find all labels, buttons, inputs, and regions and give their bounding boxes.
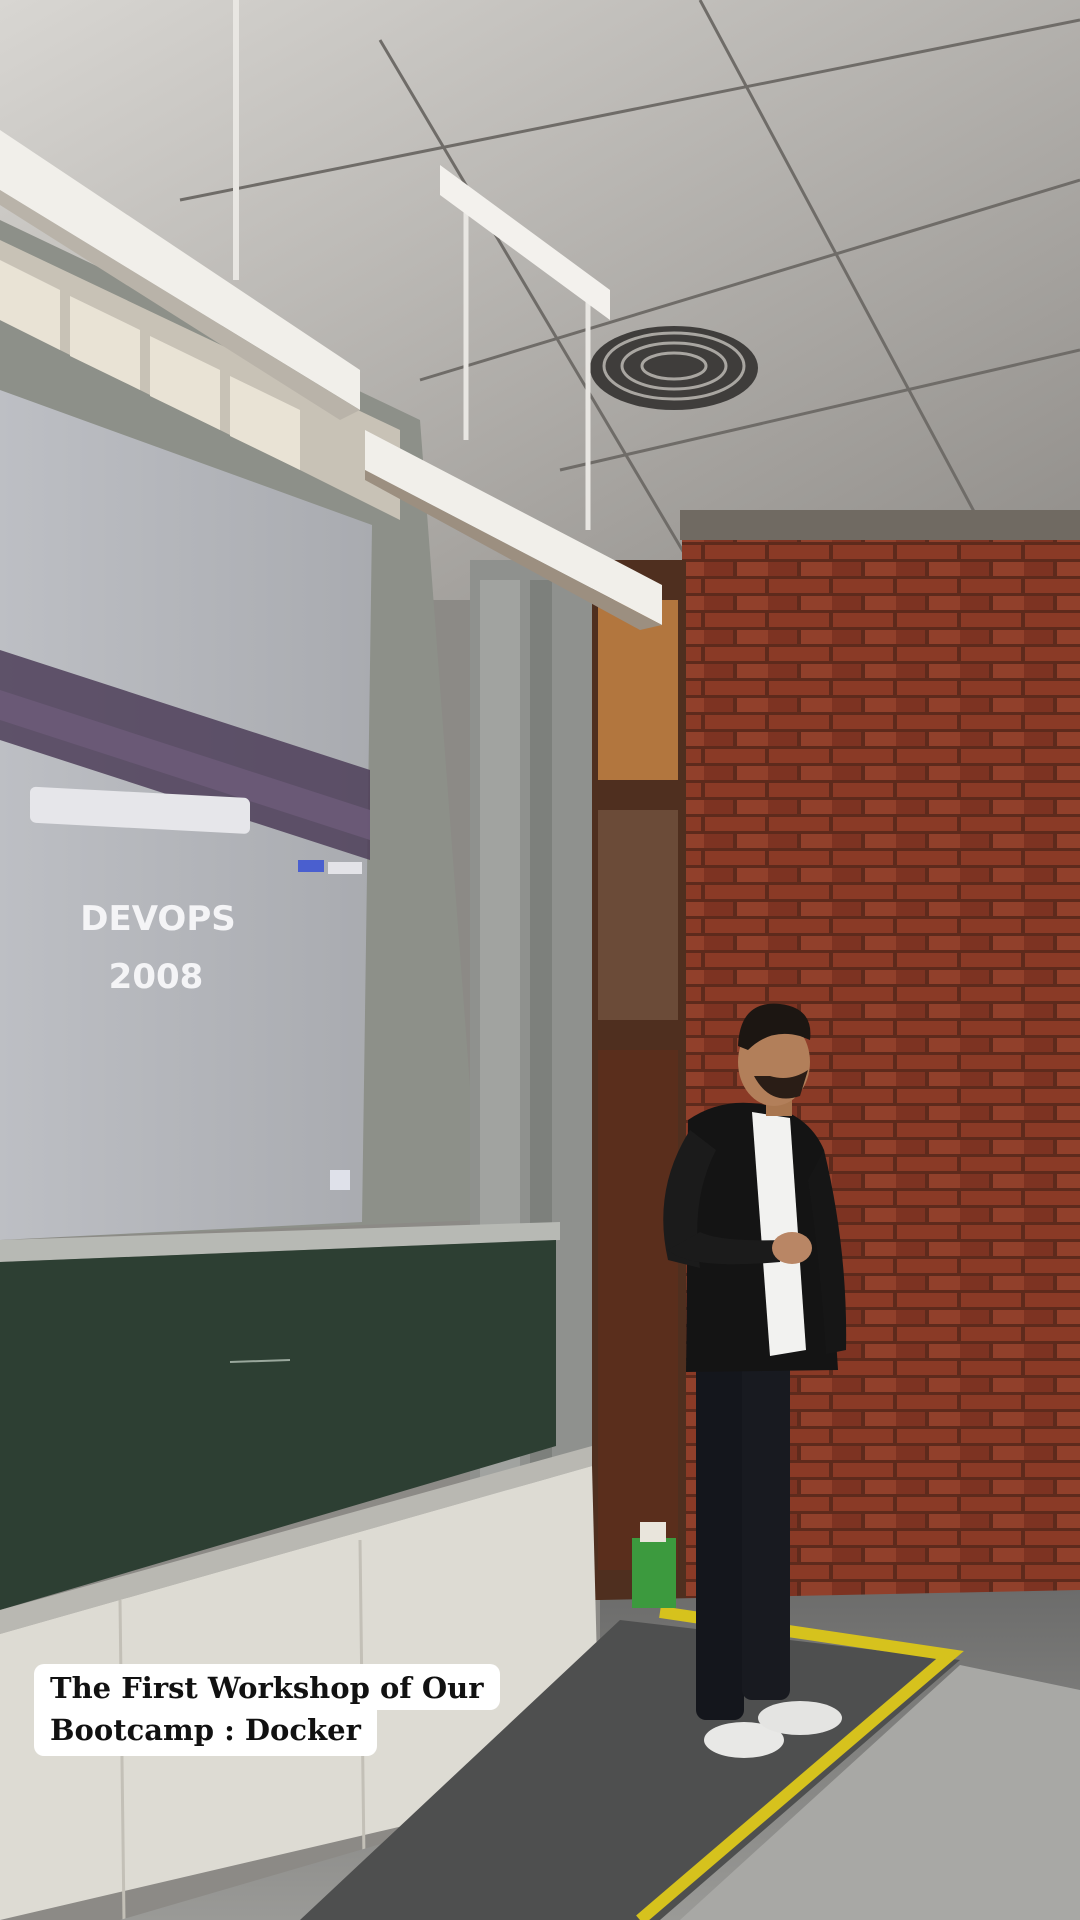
projector-screen: DEVOPS 2008 (0, 390, 372, 1240)
door-frame (590, 560, 686, 1600)
slide-year: 2008 (109, 957, 204, 997)
caption-line-2: Bootcamp : Docker (34, 1710, 377, 1756)
video-caption: The First Workshop of Our Bootcamp : Doc… (34, 1664, 500, 1756)
air-vent (590, 326, 758, 410)
classroom-photo: DEVOPS 2008 (0, 0, 1080, 1920)
caption-line-1: The First Workshop of Our (34, 1664, 500, 1710)
slide-title: DEVOPS (80, 899, 235, 939)
